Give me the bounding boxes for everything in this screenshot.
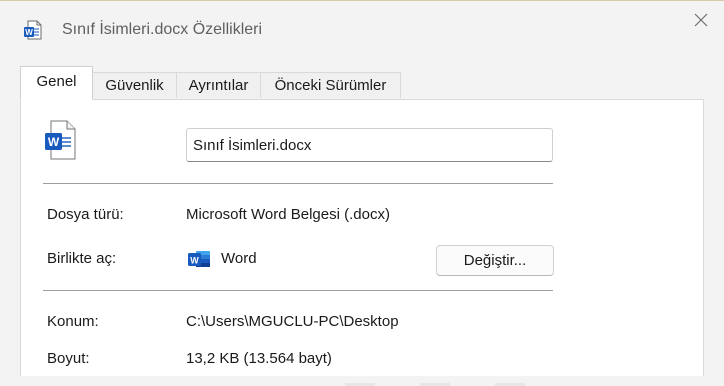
location-value: C:\Users\MGUCLU-PC\Desktop xyxy=(186,313,399,330)
svg-text:W: W xyxy=(25,28,33,37)
tab-genel[interactable]: Genel xyxy=(20,66,93,100)
svg-text:W: W xyxy=(190,256,199,266)
svg-text:W: W xyxy=(48,135,60,149)
word-document-icon: W xyxy=(23,20,43,40)
title-bar[interactable]: W Sınıf İsimleri.docx Özellikleri xyxy=(0,1,724,56)
word-document-icon: W xyxy=(44,120,76,160)
opens-with-value: Word xyxy=(221,250,257,267)
properties-window: W Sınıf İsimleri.docx Özellikleri Genel … xyxy=(0,0,724,386)
size-value: 13,2 KB (13.564 bayt) xyxy=(186,350,332,367)
tab-guvenlik[interactable]: Güvenlik xyxy=(92,72,177,98)
word-app-icon: W xyxy=(187,249,211,269)
tab-ayrintilar[interactable]: Ayrıntılar xyxy=(176,72,261,98)
window-title: Sınıf İsimleri.docx Özellikleri xyxy=(62,21,263,38)
close-icon xyxy=(693,12,709,33)
close-button[interactable] xyxy=(678,1,724,43)
opens-with-label: Birlikte aç: xyxy=(47,250,117,267)
change-button[interactable]: Değiştir... xyxy=(436,245,554,276)
separator xyxy=(43,183,553,184)
separator xyxy=(43,290,553,291)
file-name-input[interactable] xyxy=(186,128,553,162)
location-label: Konum: xyxy=(47,313,99,330)
size-label: Boyut: xyxy=(47,350,90,367)
tab-onceki-surumler[interactable]: Önceki Sürümler xyxy=(260,72,401,98)
file-type-label: Dosya türü: xyxy=(47,206,124,223)
file-type-value: Microsoft Word Belgesi (.docx) xyxy=(186,206,390,223)
